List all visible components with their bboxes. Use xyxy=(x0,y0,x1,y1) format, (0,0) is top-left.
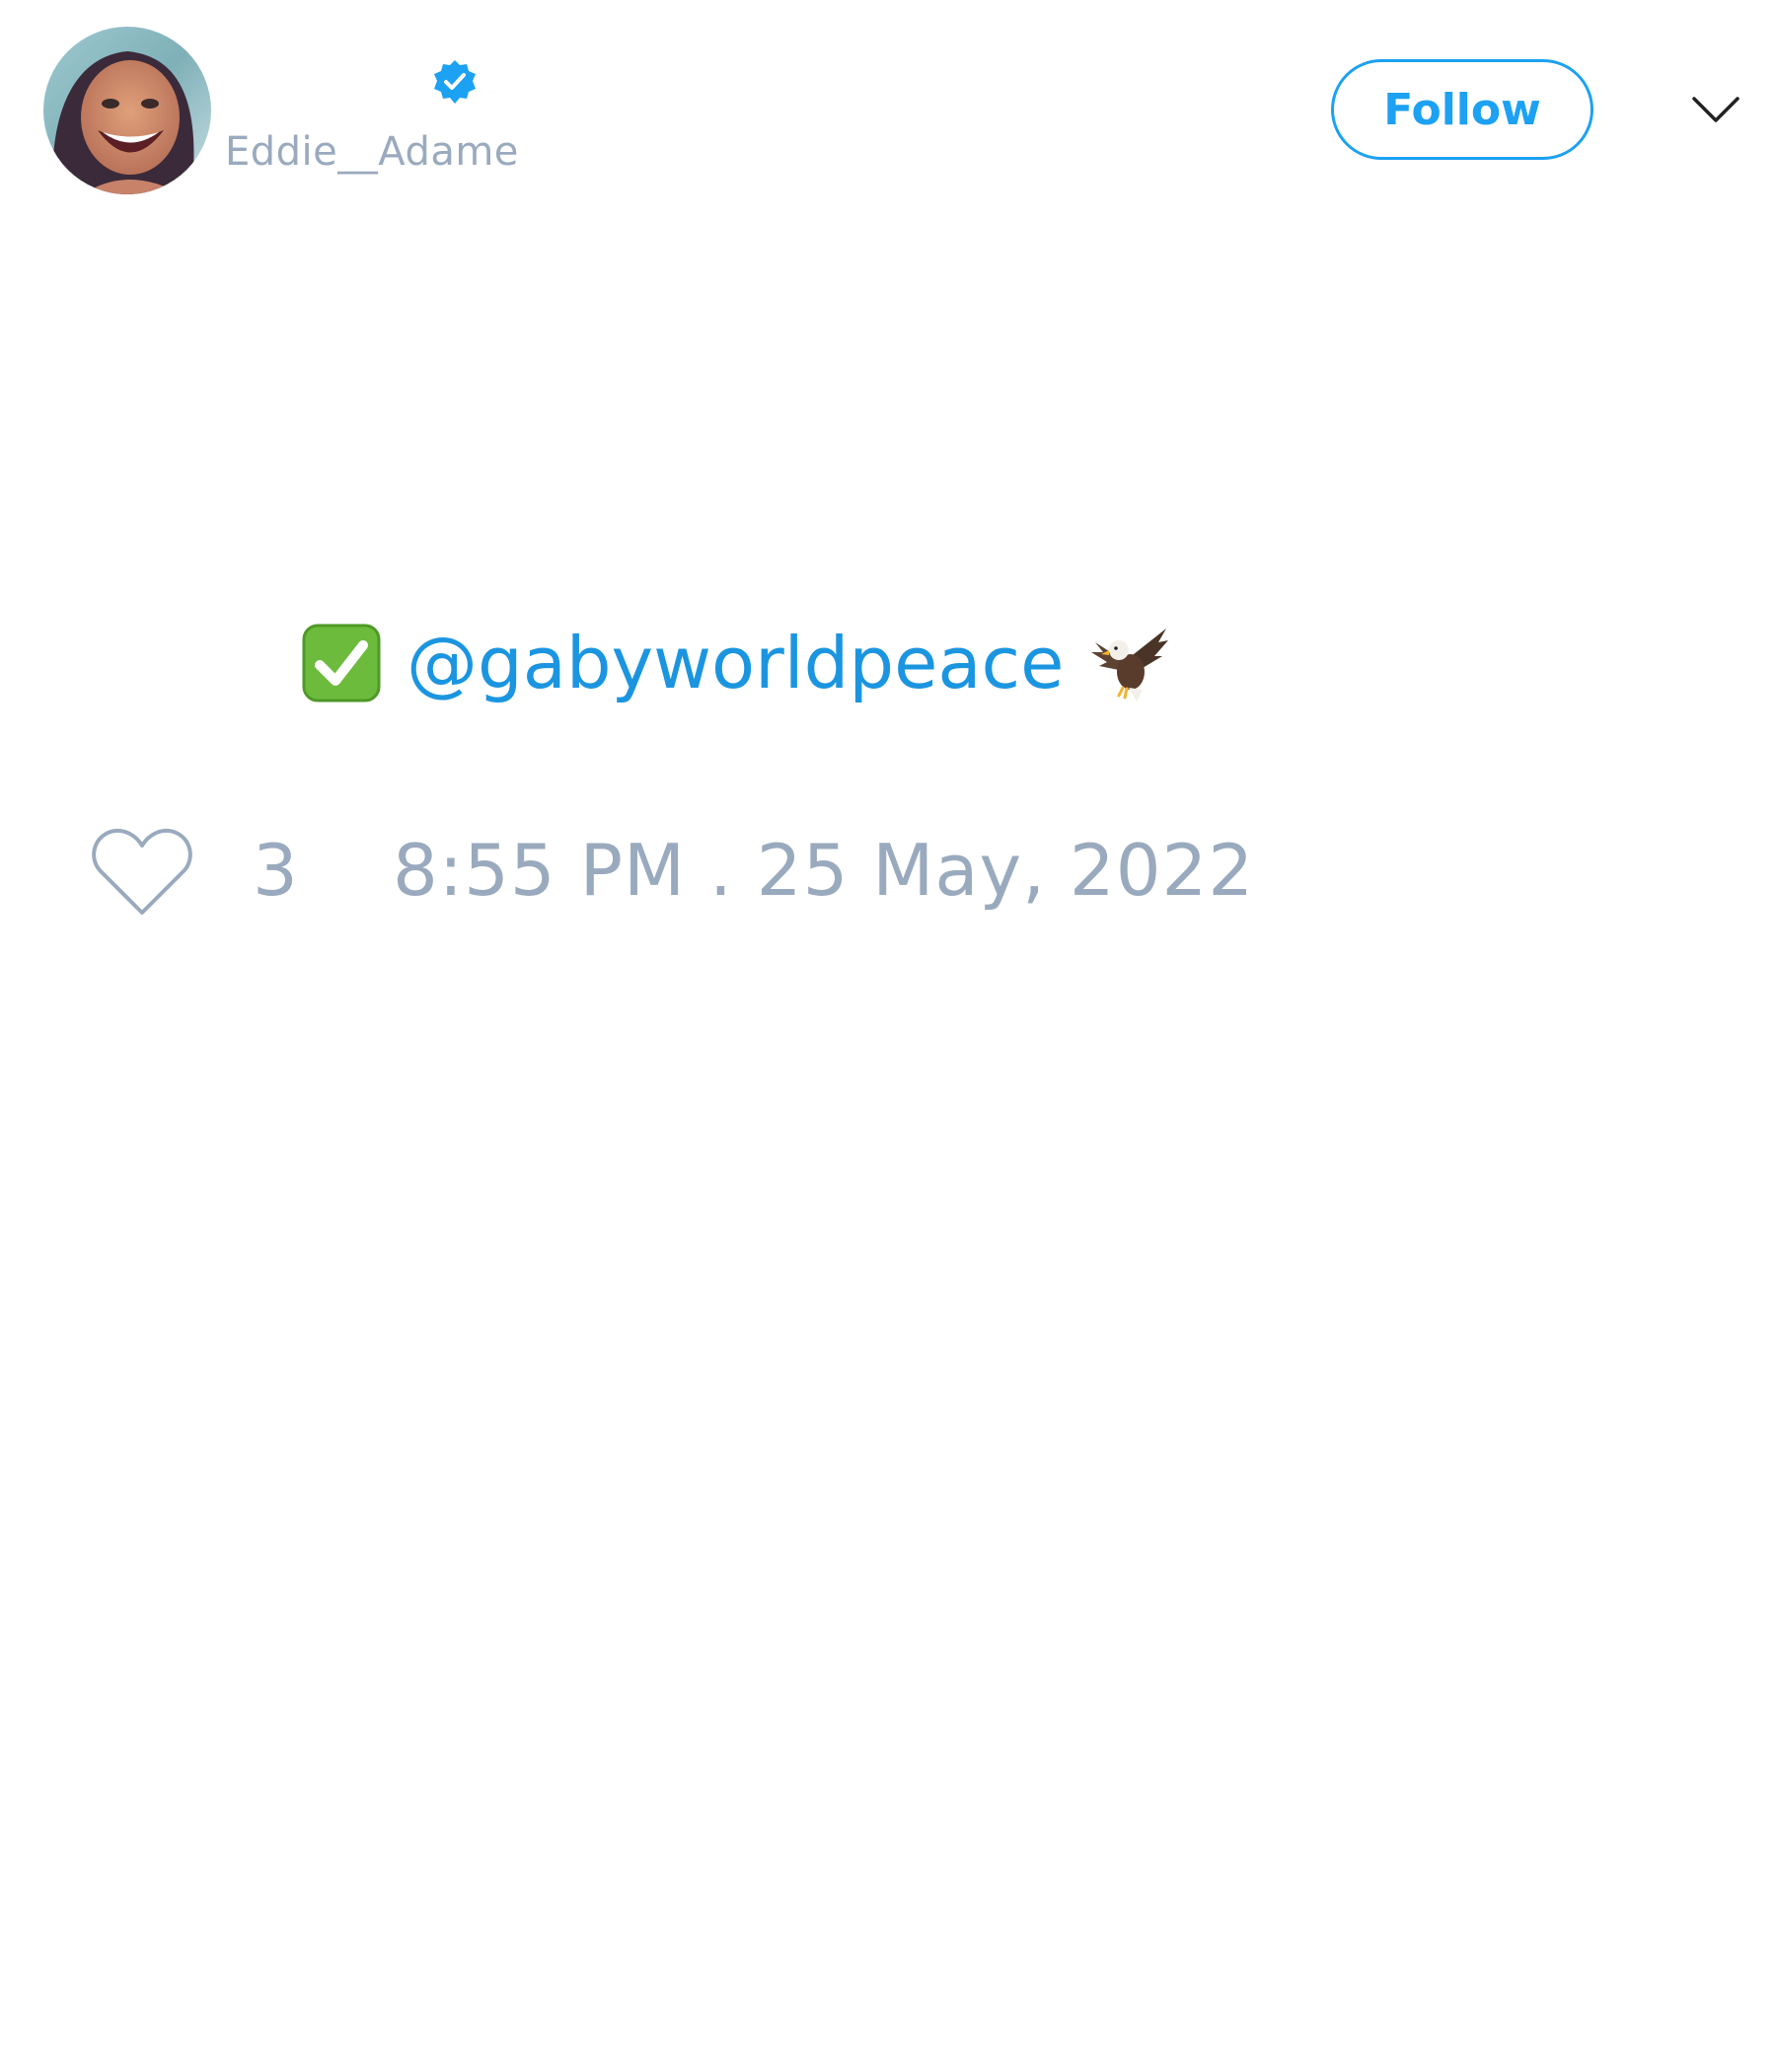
tweet-card: Eddie__Adame Follow @gabyworldpeace 3 8:… xyxy=(0,0,1776,2072)
heart-icon[interactable] xyxy=(89,824,195,919)
tweet-text: @gabyworldpeace xyxy=(302,624,1170,703)
avatar[interactable] xyxy=(43,27,211,194)
avatar-photo xyxy=(43,27,211,194)
eagle-emoji-icon xyxy=(1091,629,1169,702)
check-mark-button-emoji-icon xyxy=(302,624,381,703)
mention-link[interactable]: @gabyworldpeace xyxy=(407,624,1064,703)
verified-badge-icon xyxy=(434,60,476,104)
like-count: 3 xyxy=(253,829,298,912)
follow-button[interactable]: Follow xyxy=(1331,59,1593,160)
author-handle[interactable]: Eddie__Adame xyxy=(225,128,519,176)
chevron-down-icon[interactable] xyxy=(1691,91,1740,130)
tweet-timestamp[interactable]: 8:55 PM . 25 May, 2022 xyxy=(393,829,1254,912)
